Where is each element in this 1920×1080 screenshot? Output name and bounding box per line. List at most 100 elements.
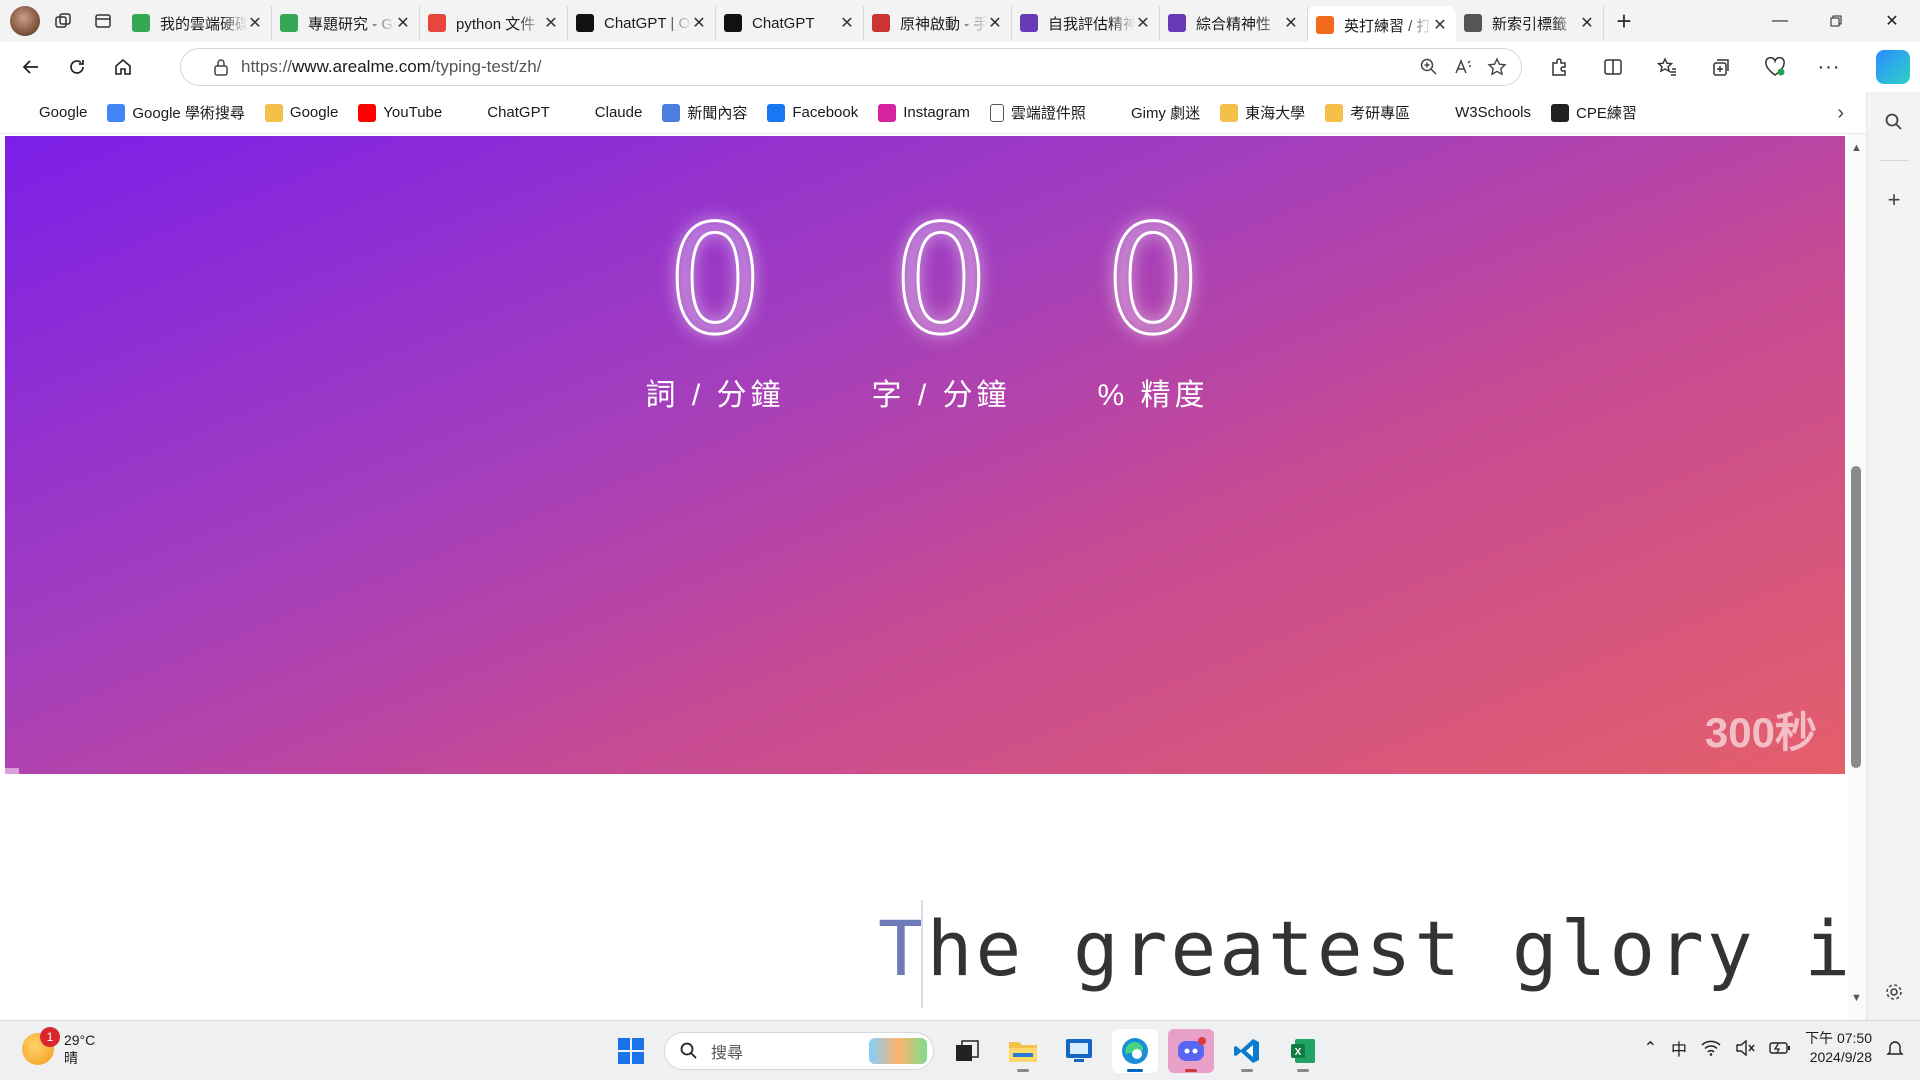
tab-2[interactable]: python 文件 ✕	[420, 6, 568, 40]
tab-6[interactable]: 自我評估精神 ✕	[1012, 6, 1160, 40]
sidebar-search-icon[interactable]	[1882, 110, 1906, 134]
bookmark-label: Google	[289, 104, 339, 121]
profile-avatar[interactable]	[10, 6, 40, 36]
tab-close-icon[interactable]: ✕	[1135, 13, 1151, 33]
sidebar-settings-gear-icon[interactable]	[1882, 980, 1906, 1004]
tab-close-icon[interactable]: ✕	[543, 13, 559, 33]
close-window-button[interactable]: ✕	[1864, 0, 1920, 42]
tab-close-icon[interactable]: ✕	[247, 13, 263, 33]
wpm-label: 詞 / 分鐘	[645, 379, 785, 412]
new-tab-button[interactable]: +	[1604, 4, 1644, 38]
extensions-button[interactable]	[1538, 47, 1580, 87]
bookmark-4[interactable]: ChatGPT	[462, 103, 550, 122]
instagram-icon	[878, 103, 897, 122]
ime-indicator[interactable]: 中	[1671, 1036, 1687, 1060]
settings-more-button[interactable]: ···	[1808, 47, 1850, 87]
app-icon	[872, 14, 890, 32]
bookmark-2[interactable]: Google	[264, 103, 339, 122]
tab-close-icon[interactable]: ✕	[1432, 15, 1448, 35]
vscode-app[interactable]	[1224, 1029, 1270, 1073]
search-placeholder: 搜尋	[711, 1045, 744, 1062]
tab-1[interactable]: 專題研究 - Google 雲端硬碟✕	[272, 6, 420, 40]
typing-text-line[interactable]: The greatest glory in l	[878, 904, 1866, 993]
wifi-icon[interactable]	[1701, 1040, 1721, 1056]
tab-actions-button[interactable]	[86, 6, 120, 36]
favorites-button[interactable]	[1646, 47, 1688, 87]
split-screen-button[interactable]	[1592, 47, 1634, 87]
tab-close-icon[interactable]: ✕	[395, 13, 411, 33]
bookmark-3[interactable]: YouTube	[358, 103, 442, 122]
scrollbar-thumb[interactable]	[1851, 466, 1861, 768]
bookmark-14[interactable]: CPE練習	[1551, 102, 1637, 123]
minimize-button[interactable]: —	[1752, 0, 1808, 42]
tab-close-icon[interactable]: ✕	[1579, 13, 1595, 33]
speaker-muted-icon[interactable]	[1735, 1039, 1755, 1057]
tab-5[interactable]: 原神啟動 - 手遊✕	[864, 6, 1012, 40]
tab-close-icon[interactable]: ✕	[987, 13, 1003, 33]
discord-app[interactable]	[1168, 1029, 1214, 1073]
taskbar-search[interactable]: 搜尋	[664, 1032, 934, 1070]
browser-essentials-button[interactable]	[1754, 47, 1796, 87]
zoom-icon[interactable]	[1419, 57, 1439, 77]
weather-temp: 29°C	[64, 1032, 96, 1048]
edge-app[interactable]	[1112, 1029, 1158, 1073]
system-clock[interactable]: 下午 07:50 2024/9/28	[1805, 1029, 1872, 1067]
url-text[interactable]: https://www.arealme.com/typing-test/zh/	[241, 57, 541, 77]
start-button[interactable]	[608, 1029, 654, 1073]
wpm-value: 0	[666, 194, 764, 368]
collections-button[interactable]	[1700, 47, 1742, 87]
bookmark-5[interactable]: Claude	[569, 103, 642, 122]
page-content: 0 詞 / 分鐘 0 字 / 分鐘 0 % 精度 300秒 The greate…	[0, 134, 1866, 1020]
navigation-bar: https://www.arealme.com/typing-test/zh/ …	[0, 42, 1920, 92]
tab-3[interactable]: ChatGPT | OpenAI✕	[568, 6, 716, 40]
read-aloud-icon[interactable]	[1453, 57, 1473, 77]
scroll-up-arrow-icon[interactable]: ▲	[1851, 142, 1862, 154]
bookmark-1[interactable]: Google 學術搜尋	[107, 102, 245, 123]
back-button[interactable]	[8, 47, 54, 87]
workspaces-icon	[55, 13, 71, 28]
copilot-button[interactable]	[1876, 50, 1910, 84]
bookmark-label: CPE練習	[1576, 105, 1637, 122]
taskview-app[interactable]	[944, 1029, 990, 1073]
bookmark-6[interactable]: 新聞內容	[662, 102, 747, 123]
tray-overflow-chevron-icon[interactable]: ⌃	[1644, 1038, 1657, 1058]
workspaces-button[interactable]	[46, 6, 80, 36]
tab-close-icon[interactable]: ✕	[1283, 13, 1299, 33]
bookmark-7[interactable]: Facebook	[767, 103, 858, 122]
tab-8[interactable]: 英打練習 / 打字速度✕	[1308, 6, 1456, 44]
address-bar[interactable]: https://www.arealme.com/typing-test/zh/	[180, 48, 1522, 86]
bookmark-13[interactable]: W3Schools	[1430, 103, 1531, 122]
facebook-icon	[767, 103, 786, 122]
tab-7[interactable]: 綜合精神性 ✕	[1160, 6, 1308, 40]
bookmark-0[interactable]: Google	[14, 103, 87, 122]
excel-app[interactable]: X	[1280, 1029, 1326, 1073]
plus-icon: +	[1616, 5, 1632, 36]
bookmark-12[interactable]: 考研專區	[1325, 102, 1410, 123]
tab-0[interactable]: 我的雲端硬碟 ✕	[124, 6, 272, 40]
form-icon	[1168, 14, 1186, 32]
url-scheme: https://	[241, 57, 293, 76]
favorites-list-icon	[1657, 57, 1676, 76]
bookmark-10[interactable]: Gimy 劇迷	[1105, 102, 1200, 123]
favorite-star-icon[interactable]	[1487, 57, 1507, 77]
bookmark-9[interactable]: 雲端證件照	[989, 102, 1086, 123]
bookmark-8[interactable]: Instagram	[878, 103, 970, 122]
file-explorer-app[interactable]	[1000, 1029, 1046, 1073]
tab-close-icon[interactable]: ✕	[839, 13, 855, 33]
tab-9[interactable]: 新索引標籤 ✕	[1456, 6, 1604, 40]
remote-desktop-app[interactable]	[1056, 1029, 1102, 1073]
weather-widget[interactable]: 1 29°C 晴	[22, 1027, 96, 1067]
restore-button[interactable]	[1808, 0, 1864, 42]
tab-close-icon[interactable]: ✕	[691, 13, 707, 33]
search-highlight-icon	[869, 1038, 927, 1064]
more-favorites-chevron-icon[interactable]: ›	[1837, 102, 1844, 125]
battery-charging-icon[interactable]	[1769, 1041, 1791, 1055]
edge-sidebar: +	[1866, 92, 1920, 1020]
bookmark-11[interactable]: 東海大學	[1220, 102, 1305, 123]
scroll-down-arrow-icon[interactable]: ▼	[1851, 992, 1862, 1004]
notification-bell-icon[interactable]	[1886, 1039, 1904, 1057]
tab-4[interactable]: ChatGPT ✕	[716, 6, 864, 40]
refresh-button[interactable]	[54, 47, 100, 87]
home-button[interactable]	[100, 47, 146, 87]
sidebar-add-icon[interactable]: +	[1882, 187, 1906, 212]
